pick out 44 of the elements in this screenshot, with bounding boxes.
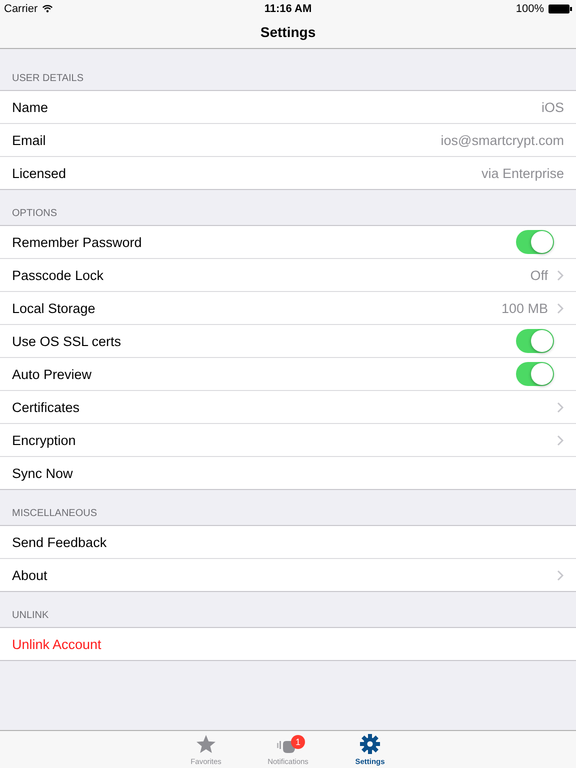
chevron-icon [557, 402, 564, 412]
row-label: Encryption [12, 432, 77, 448]
star-icon [196, 735, 216, 754]
row-label: Remember Password [12, 234, 143, 250]
row-value: ios@smartcrypt.com [440, 132, 564, 148]
chevron-icon [557, 270, 564, 280]
row-value: iOS [541, 100, 564, 114]
nav-title: Settings [260, 24, 316, 40]
carrier-label: Carrier [4, 2, 38, 14]
battery-percent: 100% [516, 2, 544, 14]
settings-row[interactable]: About [0, 558, 576, 591]
toggle-switch[interactable] [516, 230, 554, 254]
section-header: OPTIONS [12, 208, 58, 219]
notification-badge: 1 [291, 735, 305, 749]
row-label[interactable]: Sync Now [12, 466, 564, 480]
clock-time: 11:16 AM [264, 2, 312, 14]
row-value: via Enterprise [481, 166, 564, 180]
row-label: Local Storage [12, 300, 96, 316]
row-label: Auto Preview [12, 366, 93, 382]
chevron-icon [557, 570, 564, 580]
row-label: Certificates [12, 400, 81, 414]
toggle-switch[interactable] [516, 362, 554, 386]
row-label[interactable]: Send Feedback [12, 534, 564, 550]
section-header: UNLINK [12, 610, 49, 621]
row-value: Off [530, 268, 548, 282]
battery-icon [548, 4, 572, 14]
row-label: Name [12, 100, 50, 114]
section-header: MISCELLANEOUS [12, 508, 98, 519]
section-header: USER DETAILS [12, 73, 84, 84]
row-label: Use OS SSL certs [12, 334, 122, 348]
settings-icon [360, 734, 380, 754]
wifi-icon [42, 4, 53, 13]
settings-row[interactable]: Passcode Lock Off [0, 258, 576, 291]
chevron-icon [557, 434, 564, 446]
row-label: About [12, 568, 48, 582]
row-label: Licensed [12, 166, 68, 180]
row-value: 100 MB [501, 300, 548, 316]
chevron-icon [557, 302, 564, 314]
row-label: Email [12, 132, 47, 148]
settings-row[interactable]: Local Storage 100 MB [0, 291, 576, 324]
toggle-switch[interactable] [516, 329, 554, 353]
settings-row[interactable]: Encryption [0, 423, 576, 456]
settings-row[interactable]: Certificates [0, 390, 576, 423]
row-label: Passcode Lock [12, 268, 105, 282]
